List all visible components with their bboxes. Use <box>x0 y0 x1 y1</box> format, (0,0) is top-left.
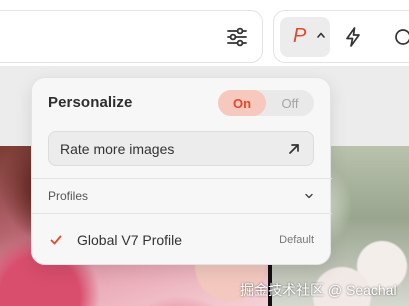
profile-name: Global V7 Profile <box>77 232 183 248</box>
more-options-icon[interactable] <box>392 26 409 48</box>
prompt-bar[interactable] <box>0 10 263 63</box>
personalize-button[interactable]: P <box>280 17 330 57</box>
profile-default-tag: Default <box>279 234 314 246</box>
rate-button-label: Rate more images <box>60 141 175 157</box>
profiles-dropdown[interactable]: Profiles <box>48 184 314 208</box>
arrow-up-right-icon <box>289 144 299 154</box>
chevron-up-icon <box>317 32 325 38</box>
popover-title: Personalize <box>48 94 133 111</box>
profiles-label: Profiles <box>48 189 89 203</box>
rate-more-images-button[interactable]: Rate more images <box>48 131 314 166</box>
filter-button[interactable] <box>225 25 249 49</box>
checkmark-icon <box>50 235 62 245</box>
toggle-off-option[interactable]: Off <box>266 90 314 116</box>
profile-item-global-v7[interactable]: Global V7 Profile Default <box>48 228 314 252</box>
watermark: 掘金技术社区 @ Seachal <box>240 282 397 298</box>
personalize-popover: Personalize On Off Rate more images Prof… <box>31 77 332 265</box>
divider <box>32 213 332 214</box>
personalize-letter: P <box>293 25 307 47</box>
speed-mode-button[interactable] <box>341 24 365 50</box>
sliders-icon <box>227 27 247 47</box>
toggle-on-option[interactable]: On <box>218 90 266 116</box>
chevron-down-icon <box>305 193 313 199</box>
divider <box>32 178 332 179</box>
personalize-toggle[interactable]: On Off <box>218 90 314 116</box>
lightning-icon <box>346 27 360 47</box>
